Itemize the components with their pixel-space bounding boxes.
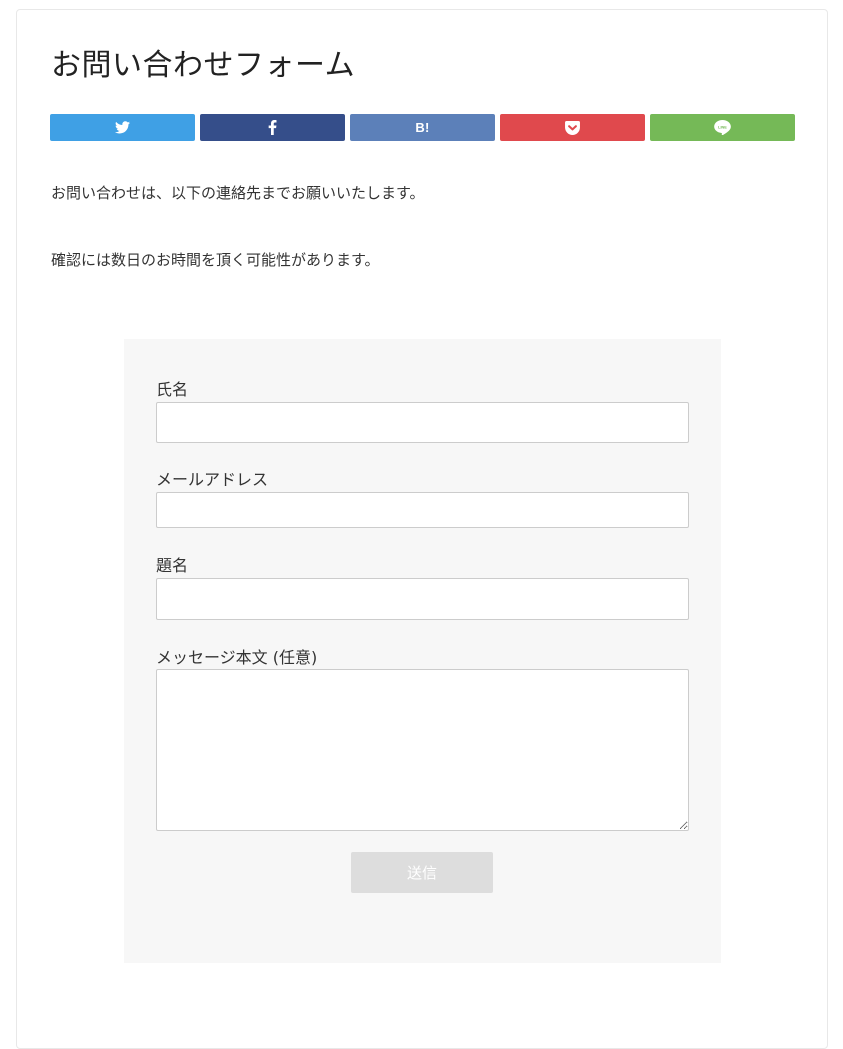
intro-text-contact: お問い合わせは、以下の連絡先までお願いいたします。 (51, 184, 425, 202)
message-label: メッセージ本文 (任意) (156, 648, 318, 667)
submit-button[interactable]: 送信 (351, 852, 493, 893)
line-icon: LINE (714, 120, 731, 135)
subject-label: 題名 (156, 556, 189, 575)
svg-text:LINE: LINE (718, 125, 727, 129)
twitter-share-button[interactable] (50, 114, 195, 141)
share-buttons: B! LINE (50, 114, 795, 141)
page-title: お問い合わせフォーム (51, 48, 356, 83)
subject-input[interactable] (156, 578, 689, 620)
name-input[interactable] (156, 402, 689, 443)
hatena-bookmark-icon: B! (415, 120, 430, 135)
email-label: メールアドレス (156, 470, 269, 489)
contact-form: 氏名 メールアドレス 題名 メッセージ本文 (任意) 送信 (124, 339, 721, 963)
facebook-f-icon (268, 120, 277, 135)
facebook-share-button[interactable] (200, 114, 345, 141)
message-textarea[interactable] (156, 669, 689, 831)
email-input[interactable] (156, 492, 689, 528)
line-share-button[interactable]: LINE (650, 114, 795, 141)
pocket-share-button[interactable] (500, 114, 645, 141)
article-card: お問い合わせフォーム B! LINE お問い合わせは、以下の連絡先までお願いいた… (16, 9, 828, 1049)
pocket-icon (565, 120, 580, 135)
name-label: 氏名 (156, 380, 189, 399)
intro-text-response-time: 確認には数日のお時間を頂く可能性があります。 (51, 251, 380, 269)
hatena-bookmark-share-button[interactable]: B! (350, 114, 495, 141)
twitter-bird-icon (115, 121, 130, 134)
